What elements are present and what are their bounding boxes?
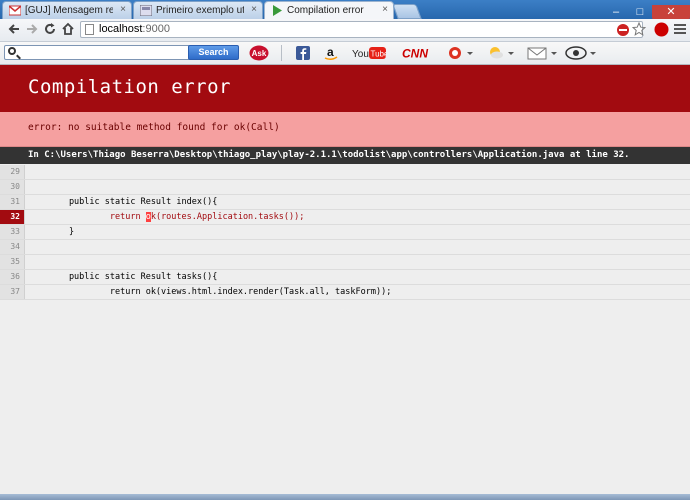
code-text-after: k(routes.Application.tasks()); <box>150 212 305 222</box>
tab-title: Primeiro exemplo utiliza <box>156 5 244 16</box>
line-number: 32 <box>0 210 25 224</box>
tab-strip: [GUJ] Mensagem respond × Primeiro exempl… <box>0 0 690 21</box>
close-icon[interactable]: × <box>120 4 126 15</box>
code-line: 37 return ok(views.html.index.render(Tas… <box>0 285 690 300</box>
amazon-icon[interactable]: a <box>323 45 339 61</box>
svg-text:Tube: Tube <box>371 50 387 59</box>
code-text-before: return <box>28 212 146 222</box>
search-icon <box>8 47 16 55</box>
error-header: Compilation error <box>0 65 690 112</box>
code-text: public static Result index(){ <box>28 197 218 207</box>
code-line: 29 <box>0 165 690 180</box>
error-message: error: no suitable method found for ok(C… <box>28 122 280 133</box>
line-number: 37 <box>0 285 25 299</box>
code-line: 35 <box>0 255 690 270</box>
code-line: 31 public static Result index(){ <box>0 195 690 210</box>
svg-text:a: a <box>327 45 334 59</box>
line-number: 36 <box>0 270 25 284</box>
code-line: 30 <box>0 180 690 195</box>
url-text[interactable]: localhost:9000 <box>99 23 170 35</box>
code-line: 36 public static Result tasks(){ <box>0 270 690 285</box>
svg-text:Ask: Ask <box>252 49 267 58</box>
error-message-bar: error: no suitable method found for ok(C… <box>0 112 690 147</box>
tab-title: [GUJ] Mensagem respond <box>25 5 113 16</box>
cnn-icon[interactable]: CNN <box>402 45 434 61</box>
code-text: } <box>28 227 75 237</box>
line-number: 33 <box>0 225 25 239</box>
ask-logo-icon[interactable]: Ask <box>249 45 269 61</box>
guj-icon <box>140 5 152 16</box>
url-port: :9000 <box>142 23 170 35</box>
star-icon[interactable] <box>632 22 646 36</box>
line-number: 29 <box>0 165 25 179</box>
toolbar-divider <box>281 45 282 61</box>
svg-text:You: You <box>352 49 369 60</box>
code-line-error: 32 return ok(routes.Application.tasks())… <box>0 210 690 225</box>
home-button[interactable] <box>60 22 76 38</box>
reload-icon <box>45 23 55 34</box>
svg-text:CNN: CNN <box>402 47 428 61</box>
youtube-icon[interactable]: YouTube <box>352 45 386 61</box>
tab-guj[interactable]: Primeiro exemplo utiliza × <box>133 1 263 19</box>
reload-button[interactable] <box>42 22 58 38</box>
code-line: 34 <box>0 240 690 255</box>
play-icon <box>273 5 282 16</box>
page-icon <box>85 24 94 35</box>
eye-icon[interactable] <box>565 45 597 61</box>
page-title: Compilation error <box>28 76 231 98</box>
code-text: return ok(views.html.index.render(Task.a… <box>28 287 392 297</box>
tab-title: Compilation error <box>287 5 364 16</box>
line-number: 34 <box>0 240 25 254</box>
search-input[interactable] <box>4 45 190 60</box>
address-bar[interactable]: localhost:9000 <box>80 21 643 38</box>
source-code: 29 30 31 public static Result index(){ 3… <box>0 165 690 300</box>
arrow-left-icon <box>8 24 19 34</box>
ask-extension-icon[interactable] <box>654 22 669 37</box>
arrow-right-icon <box>27 24 38 34</box>
facebook-icon[interactable] <box>296 45 310 61</box>
line-number: 35 <box>0 255 25 269</box>
navigation-bar: localhost:9000 <box>0 19 690 42</box>
adblock-icon[interactable] <box>616 23 630 37</box>
back-button[interactable] <box>6 22 22 38</box>
code-text: public static Result tasks(){ <box>28 272 218 282</box>
close-icon[interactable]: × <box>382 4 388 15</box>
file-location-bar: In C:\Users\Thiago Beserra\Desktop\thiag… <box>0 147 690 164</box>
mail-icon[interactable] <box>527 45 557 61</box>
code-line: 33 } <box>0 225 690 240</box>
line-number: 31 <box>0 195 25 209</box>
home-icon <box>62 22 74 35</box>
flag-icon[interactable] <box>447 45 473 61</box>
line-number: 30 <box>0 180 25 194</box>
search-button[interactable]: Search <box>188 45 239 60</box>
toolbar-bar: Search Ask a YouTube CNN <box>0 42 690 65</box>
tab-compilation-error[interactable]: Compilation error × <box>264 1 394 19</box>
window-controls: – □ ✕ <box>604 0 690 21</box>
new-tab-button[interactable] <box>392 4 422 19</box>
tab-gmail[interactable]: [GUJ] Mensagem respond × <box>2 1 132 19</box>
code-text: return ok(routes.Application.tasks()); <box>28 210 304 224</box>
weather-icon[interactable] <box>486 45 514 61</box>
close-icon[interactable]: × <box>251 4 257 15</box>
gmail-icon <box>9 5 21 16</box>
url-host: localhost <box>99 23 143 35</box>
file-path: In C:\Users\Thiago Beserra\Desktop\thiag… <box>28 150 630 160</box>
menu-icon[interactable] <box>674 22 687 38</box>
taskbar <box>0 494 690 500</box>
forward-button[interactable] <box>24 22 40 38</box>
